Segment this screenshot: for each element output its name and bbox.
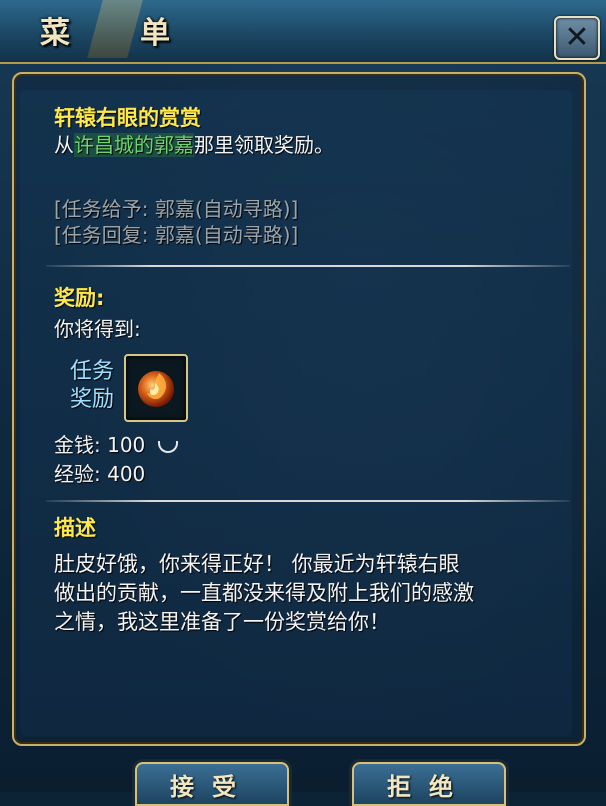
money-value: 100 <box>107 433 146 457</box>
description-heading: 描述 <box>54 516 96 540</box>
fire-orb-icon <box>138 371 174 407</box>
accept-button[interactable]: 接受 <box>135 762 289 806</box>
close-button[interactable]: ✕ <box>554 16 600 60</box>
quest-giver-link[interactable]: [任务给予: 郭嘉(自动寻路)] <box>54 196 298 222</box>
description-line: 肚皮好饿，你来得正好！ 你最近为轩辕右眼 <box>54 552 460 576</box>
section-divider <box>46 500 570 502</box>
quest-title: 轩辕右眼的赏赏 <box>54 106 201 130</box>
reward-type-label: 任务 奖励 <box>62 358 122 414</box>
instruction-suffix: 那里领取奖励。 <box>194 133 334 157</box>
quest-instruction: 从许昌城的郭嘉那里领取奖励。 <box>54 132 574 158</box>
quest-header: 轩辕右眼的赏赏 从许昌城的郭嘉那里领取奖励。 <box>54 102 574 158</box>
reward-label-line1: 任务 <box>69 359 114 384</box>
section-divider <box>46 265 570 267</box>
description-line: 做出的贡献，一直都没来得及附上我们的感激 <box>54 581 474 605</box>
window-title: 菜单 <box>40 16 240 51</box>
silver-ingot-icon <box>157 440 178 453</box>
reject-button[interactable]: 拒绝 <box>352 762 506 806</box>
instruction-prefix: 从 <box>54 133 74 157</box>
description-text: 肚皮好饿，你来得正好！ 你最近为轩辕右眼 做出的贡献，一直都没来得及附上我们的感… <box>54 550 474 637</box>
exp-row: 经验: 400 <box>54 461 145 487</box>
close-icon: ✕ <box>564 20 590 55</box>
exp-value: 400 <box>107 462 146 486</box>
window-title-bar[interactable]: 菜单 <box>0 0 606 64</box>
quest-returner-link[interactable]: [任务回复: 郭嘉(自动寻路)] <box>54 222 298 248</box>
reward-heading: 奖励: <box>54 286 105 310</box>
reward-item-slot[interactable] <box>124 354 188 422</box>
money-row: 金钱: 100 <box>54 432 178 458</box>
exp-label: 经验: <box>54 462 101 486</box>
reward-label-line2: 奖励 <box>69 387 114 412</box>
description-line: 之情，我这里准备了一份奖赏给你！ <box>54 610 390 634</box>
money-label: 金钱: <box>54 433 101 457</box>
npc-link[interactable]: 许昌城的郭嘉 <box>74 133 194 157</box>
reward-intro: 你将得到: <box>54 317 141 341</box>
